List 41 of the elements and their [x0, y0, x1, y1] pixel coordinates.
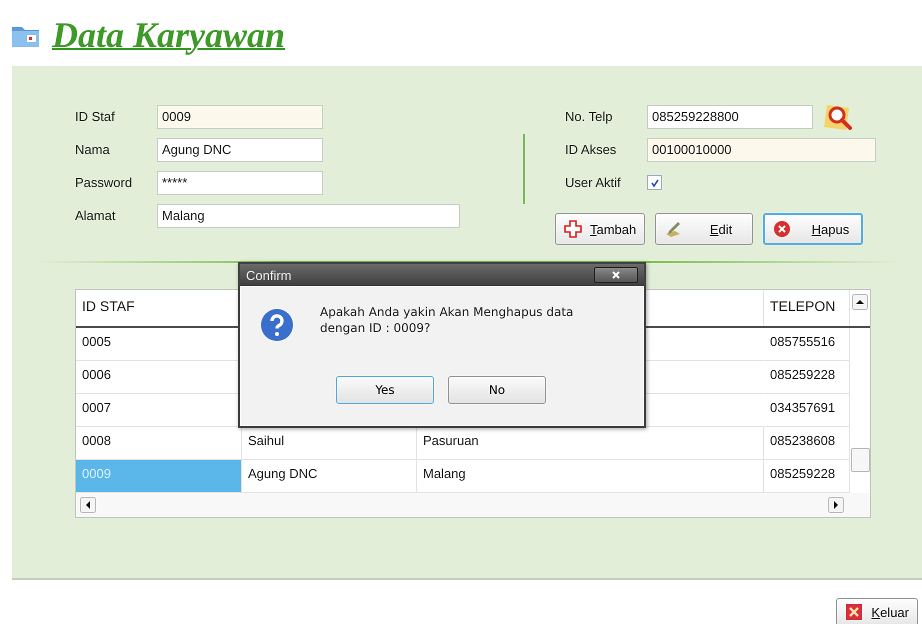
scroll-thumb[interactable] [850, 448, 870, 472]
close-icon [611, 270, 621, 280]
question-icon [260, 308, 294, 342]
input-field[interactable]: ***** [157, 170, 323, 194]
check-icon [650, 178, 660, 188]
exit-button[interactable]: Keluar [836, 598, 918, 624]
page-title: Data Karyawan [52, 14, 286, 56]
field-label: Password [75, 175, 134, 190]
dialog-button[interactable]: No [448, 376, 546, 404]
dialog-button[interactable]: Yes [336, 376, 434, 404]
action-button[interactable]: Hapus [763, 213, 864, 245]
dialog-title: Confirm [246, 268, 292, 282]
input-field[interactable]: 085259228800 [647, 104, 813, 128]
table-cell: 085259228 [764, 361, 850, 394]
field-label: Alamat [75, 208, 116, 223]
input-field[interactable]: 0009 [157, 104, 323, 128]
input-field[interactable]: 00100010000 [647, 138, 876, 162]
table-cell: 0009 [76, 460, 242, 493]
scroll-up-icon[interactable] [852, 294, 868, 310]
pencil-icon [664, 220, 682, 238]
input-field[interactable]: Malang [157, 204, 460, 228]
field-label: Nama [75, 142, 111, 157]
field-label: User Aktif [565, 175, 622, 190]
input-field[interactable]: Agung DNC [157, 138, 323, 162]
dialog-message: Apakah Anda yakin Akan Menghapus data dengan ID : 0009? [320, 304, 574, 336]
field-label: ID Akses [565, 142, 618, 157]
field-label: No. Telp [565, 109, 614, 124]
table-cell: 034357691 [764, 394, 850, 427]
column-header[interactable]: TELEPON [764, 290, 850, 326]
delete-icon [773, 220, 792, 238]
plus-icon [564, 220, 582, 238]
close-icon [845, 603, 864, 621]
table-cell: 085755516 [764, 328, 850, 361]
field-label: ID Staf [75, 109, 116, 124]
checkbox[interactable] [647, 175, 662, 190]
close-button[interactable] [594, 267, 638, 283]
table-cell: 085238608 [764, 427, 850, 460]
action-button[interactable]: Tambah [555, 213, 646, 245]
action-button[interactable]: Edit [655, 213, 754, 245]
scroll-left-icon[interactable] [80, 497, 96, 513]
scroll-right-icon[interactable] [828, 497, 844, 513]
